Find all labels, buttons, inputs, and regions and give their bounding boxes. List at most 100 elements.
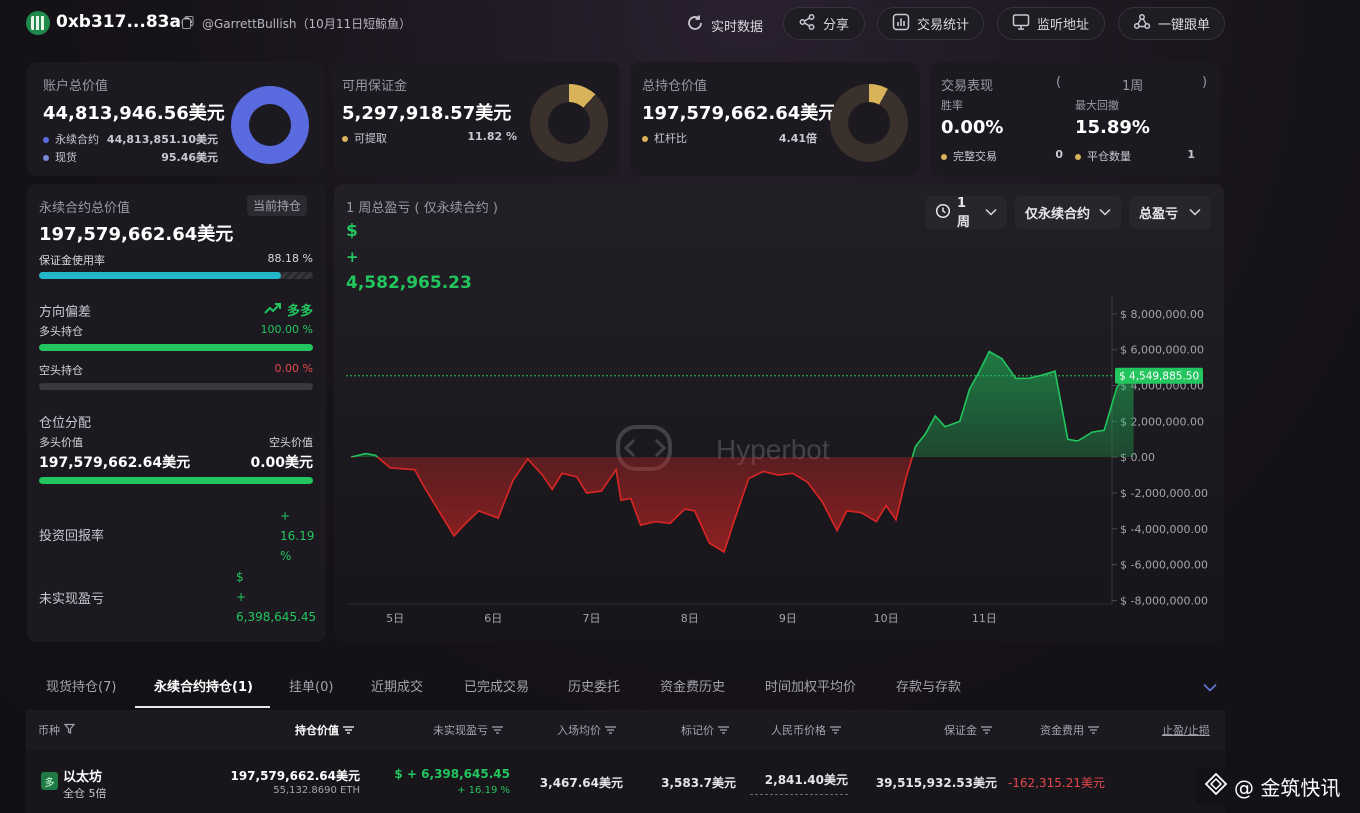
spot-dot [43, 155, 49, 161]
direction-label: 方向偏差 [39, 305, 92, 320]
trade-stats-label: 交易统计 [917, 18, 970, 33]
share-label: 分享 [823, 18, 850, 33]
col-entry[interactable]: 入场均价 [557, 722, 616, 738]
spot-balance-value: 95.46美元 [161, 151, 218, 164]
completed-dot [941, 154, 947, 160]
tab-7[interactable]: 时间加权平均价 [765, 676, 856, 695]
withdrawable-value: 11.82 % [467, 130, 517, 143]
margin-usage-track [39, 272, 313, 279]
perp-balance-value: 44,813,851.10美元 [106, 133, 218, 146]
col-upnl[interactable]: 未实现盈亏 [433, 722, 503, 738]
copy-trade-label: 一键跟单 [1158, 18, 1211, 33]
user-handle[interactable]: @GarrettBullish [202, 17, 297, 31]
long-position-value: 100.00 % [260, 323, 313, 336]
row-upnl-pct: + 16.19 % [457, 785, 510, 796]
col-upnl-label: 未实现盈亏 [433, 724, 488, 737]
upnl-value: $ + 6,398,645.45 [236, 567, 324, 627]
performance-label: 交易表现 [941, 79, 994, 94]
x-tick-label: 9日 [779, 612, 797, 625]
y-tick-label: $ -6,000,000.00 [1120, 559, 1208, 572]
avatar [26, 11, 50, 35]
completed-label: 完整交易 [953, 150, 997, 163]
row-position-size: 55,132.8690 ETH [273, 785, 360, 796]
perp-panel: 永续合约总价值 当前持仓 197,579,662.64美元 保证金使用率 88.… [27, 184, 326, 642]
performance-card: 交易表现 ( 1周 ) 胜率 0.00% 最大回撤 15.89% 完整交易 0 … [930, 62, 1220, 176]
trend-up-icon [264, 302, 282, 318]
performance-period[interactable]: 1周 [1122, 75, 1143, 94]
wallet-address: 0xb317...83ae [56, 12, 193, 32]
share-icon [798, 13, 816, 35]
max-drawdown-label: 最大回撤 [1075, 99, 1119, 112]
total-position-value: 197,579,662.64美元 [642, 103, 837, 124]
tab-4[interactable]: 已完成交易 [464, 676, 529, 695]
y-tick-label: $ -8,000,000.00 [1120, 594, 1208, 607]
col-cny-price[interactable]: 人民币价格 [771, 722, 841, 738]
x-tick-label: 10日 [874, 612, 899, 625]
sort-icon [830, 724, 841, 737]
closed-positions-row: 平仓数量 1 [1075, 148, 1195, 164]
tab-1[interactable]: 永续合约持仓(1) [154, 676, 253, 695]
col-position-value[interactable]: 持仓价值 [295, 722, 354, 738]
active-tab-underline [135, 706, 270, 708]
account-donut [231, 86, 309, 164]
total-position-card: 总持仓价值 197,579,662.64美元 杠杆比 4.41倍 [630, 62, 920, 176]
y-tick-label: $ -4,000,000.00 [1120, 523, 1208, 536]
short-position-value: 0.00 % [274, 362, 313, 375]
spot-balance-label: 现货 [55, 151, 77, 164]
margin-mode: 全仓 5倍 [63, 787, 107, 800]
trade-stats-button[interactable]: 交易统计 [877, 7, 984, 40]
col-mark[interactable]: 标记价 [681, 722, 729, 738]
x-tick-label: 8日 [681, 612, 699, 625]
col-coin-label: 币种 [38, 724, 60, 737]
sort-icon [718, 724, 729, 737]
closed-label: 平仓数量 [1087, 150, 1131, 163]
upnl-label: 未实现盈亏 [39, 592, 105, 607]
allocation-bar [39, 477, 313, 484]
monitor-address-button[interactable]: 监听地址 [997, 7, 1105, 40]
col-funding[interactable]: 资金费用 [1040, 722, 1099, 738]
long-amount: 197,579,662.64美元 [39, 455, 191, 471]
available-margin-value: 5,297,918.57美元 [342, 103, 512, 124]
account-total-value: 44,813,946.56美元 [43, 103, 225, 124]
x-tick-label: 6日 [484, 612, 502, 625]
expand-chevron-icon[interactable] [1203, 681, 1217, 695]
win-rate-label: 胜率 [941, 99, 963, 112]
total-position-label: 总持仓价值 [642, 79, 708, 94]
completed-value: 0 [1055, 148, 1063, 161]
col-margin[interactable]: 保证金 [944, 722, 992, 738]
direction-indicator: 多多 [264, 300, 313, 319]
current-value-label: $ 4,549,885.50 [1119, 371, 1199, 383]
performance-paren-close: ) [1202, 75, 1208, 90]
refresh-icon [686, 14, 704, 36]
short-position-bar [39, 383, 313, 390]
long-position-label: 多头持仓 [39, 325, 83, 338]
leverage-dot [642, 136, 648, 142]
current-position-badge[interactable]: 当前持仓 [247, 195, 308, 216]
perp-title: 永续合约总价值 [39, 201, 131, 216]
withdrawable-row: 可提取 11.82 % [342, 130, 517, 146]
tab-8[interactable]: 存款与存款 [896, 676, 961, 695]
performance-paren-open: ( [1056, 75, 1062, 90]
tab-5[interactable]: 历史委托 [568, 676, 620, 695]
leverage-value: 4.41倍 [778, 132, 817, 145]
brand-watermark-text: @ 金筑快讯 [1234, 776, 1341, 800]
perp-balance-label: 永续合约 [55, 133, 99, 146]
tab-6[interactable]: 资金费历史 [660, 676, 725, 695]
position-donut [830, 84, 908, 162]
upnl-sign: + [236, 590, 247, 604]
tab-2[interactable]: 挂单(0) [289, 676, 333, 695]
short-amount: 0.00美元 [250, 455, 313, 471]
tab-3[interactable]: 近期成交 [371, 676, 423, 695]
col-coin[interactable]: 币种 [38, 722, 76, 738]
copy-trade-button[interactable]: 一键跟单 [1118, 7, 1225, 40]
margin-usage-value: 88.18 % [267, 252, 313, 265]
avatar-pattern [31, 16, 45, 30]
col-margin-label: 保证金 [944, 724, 977, 737]
col-tpsl[interactable]: 止盈/止损 [1162, 722, 1210, 738]
share-button[interactable]: 分享 [783, 7, 865, 40]
copy-icon[interactable] [182, 16, 194, 29]
coin-name[interactable]: 以太坊 [63, 766, 102, 785]
row-margin: 39,515,932.53美元 [875, 776, 997, 790]
tab-0[interactable]: 现货持仓(7) [46, 676, 116, 695]
realtime-button[interactable]: 实时数据 [686, 14, 763, 36]
